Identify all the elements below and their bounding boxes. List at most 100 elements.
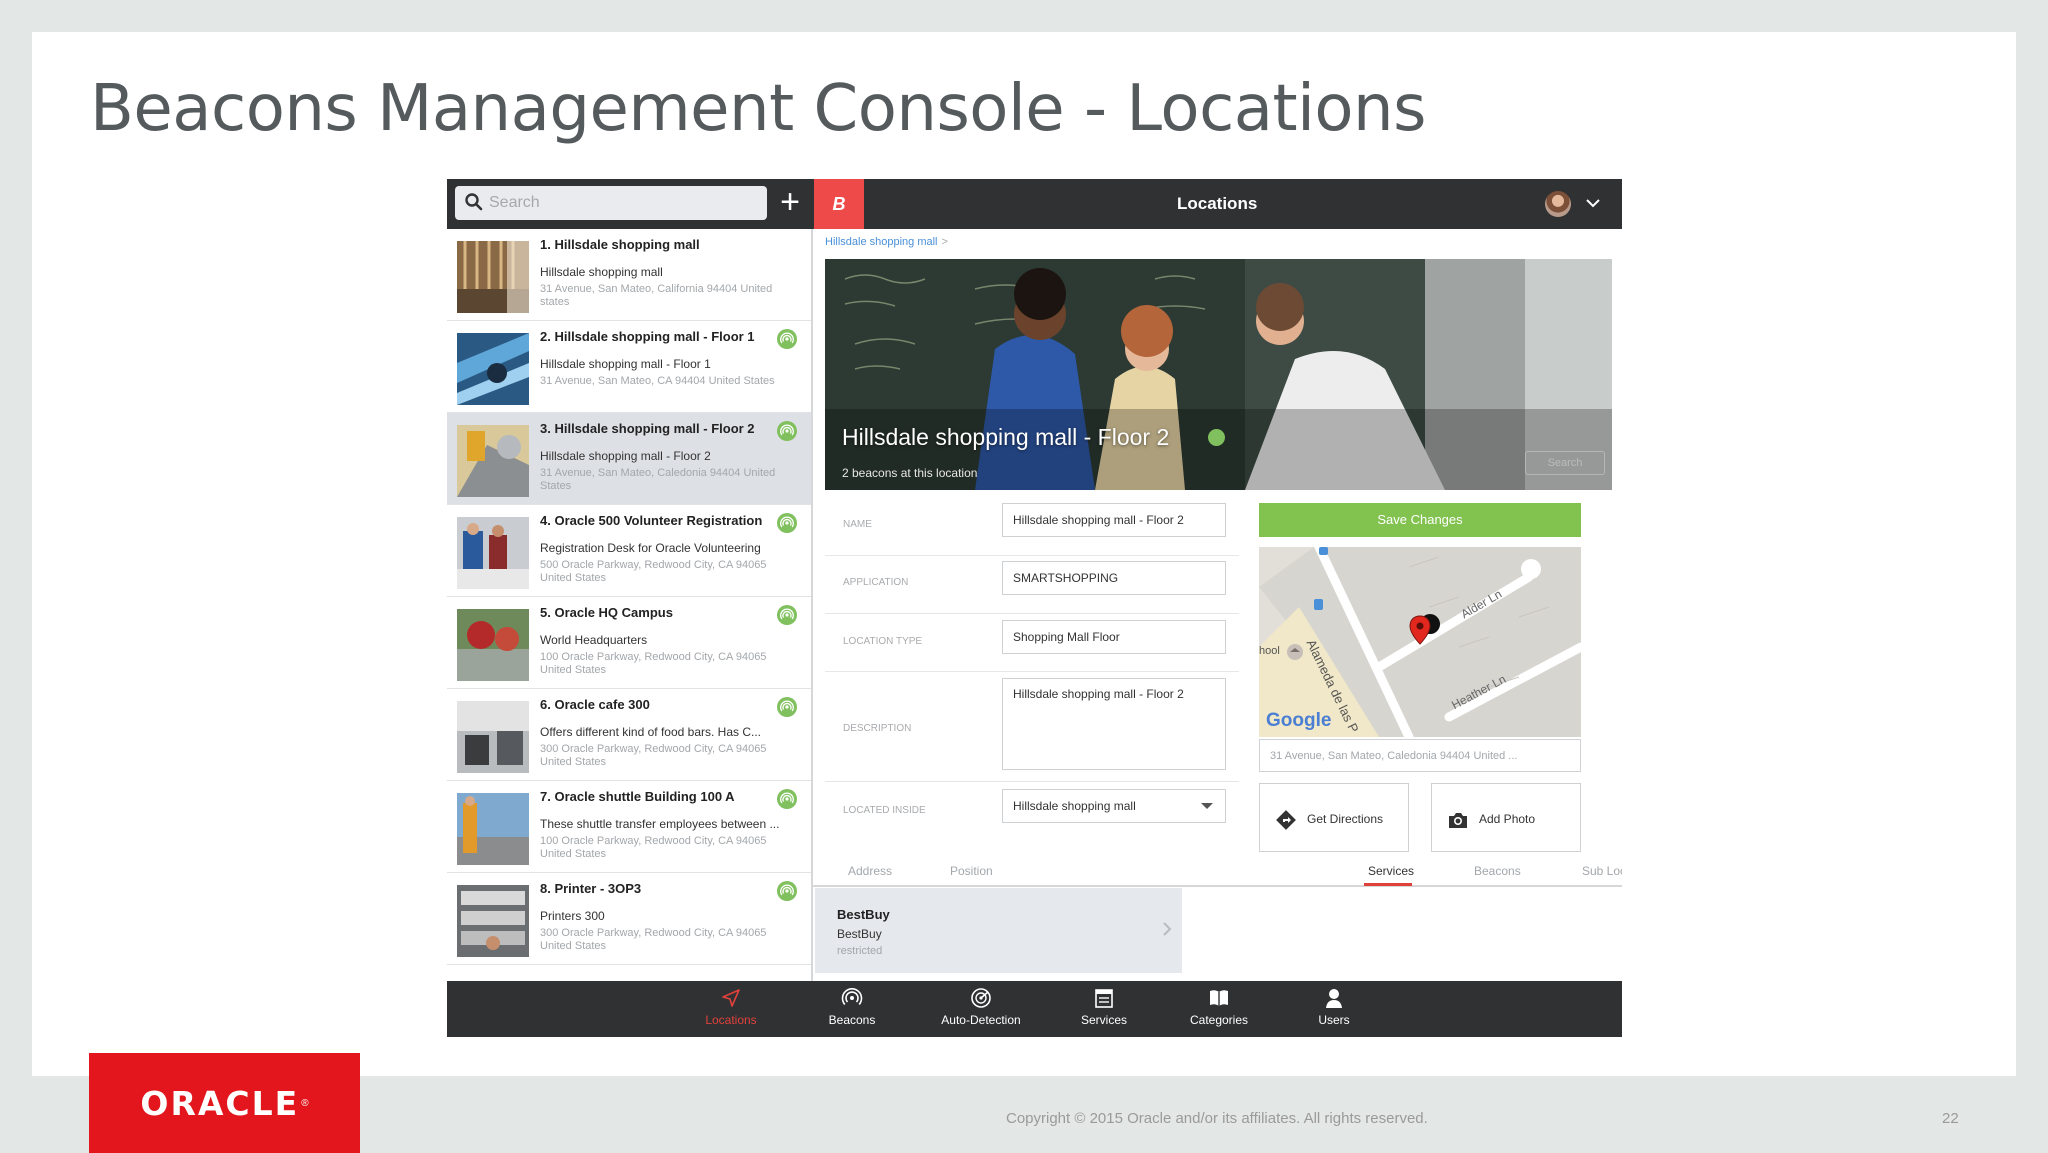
item-subtitle: Printers 300 (540, 909, 605, 923)
nav-users[interactable]: Users (1284, 987, 1384, 1033)
tab-sub-locations[interactable]: Sub Locations (1582, 864, 1622, 878)
tab-address[interactable]: Address (848, 864, 892, 878)
chevron-right-icon (1163, 922, 1172, 936)
beacon-signal-icon (777, 605, 797, 625)
oracle-logo: ORACLE ® (89, 1053, 360, 1153)
hero-search-button[interactable]: Search (1525, 451, 1605, 475)
location-thumbnail (457, 885, 529, 957)
form-row-application: APPLICATION SMARTSHOPPING (825, 556, 1239, 614)
location-thumbnail (457, 425, 529, 497)
page-number: 22 (1942, 1110, 1959, 1127)
nav-locations[interactable]: Locations (681, 987, 781, 1033)
item-subtitle: These shuttle transfer employees between… (540, 817, 780, 831)
active-tab-indicator (1364, 883, 1412, 886)
add-photo-button[interactable]: Add Photo (1431, 783, 1581, 852)
located-inside-value: Hillsdale shopping mall (1013, 799, 1136, 813)
item-address: 31 Avenue, San Mateo, California 94404 U… (540, 283, 773, 308)
nav-label: Auto-Detection (941, 1013, 1021, 1027)
item-address: 300 Oracle Parkway, Redwood City, CA 940… (540, 927, 767, 952)
form-row-located-inside: LOCATED INSIDE Hillsdale shopping mall (825, 782, 1239, 840)
beacon-signal-icon (777, 697, 797, 717)
bottom-nav: Locations Beacons Auto-Detection Service… (447, 981, 1622, 1037)
item-subtitle: Offers different kind of food bars. Has … (540, 725, 761, 739)
item-address: 100 Oracle Parkway, Redwood City, CA 940… (540, 651, 767, 676)
location-thumbnail (457, 701, 529, 773)
item-title: 7. Oracle shuttle Building 100 A (540, 789, 735, 804)
map-provider-logo: Google (1266, 710, 1332, 731)
item-address: 100 Oracle Parkway, Redwood City, CA 940… (540, 835, 767, 860)
item-title: 5. Oracle HQ Campus (540, 605, 673, 620)
item-subtitle: Hillsdale shopping mall - Floor 1 (540, 357, 711, 371)
services-icon (1095, 989, 1113, 1008)
camera-icon (1449, 813, 1467, 828)
get-directions-label: Get Directions (1307, 812, 1384, 826)
breadcrumb[interactable]: Hillsdale shopping mall > (825, 236, 948, 248)
nav-categories[interactable]: Categories (1169, 987, 1269, 1033)
location-thumbnail (457, 333, 529, 405)
service-subtitle: BestBuy (837, 927, 882, 941)
service-card[interactable]: BestBuy BestBuy restricted (815, 888, 1182, 973)
nav-services[interactable]: Services (1054, 987, 1154, 1033)
application-field[interactable]: SMARTSHOPPING (1002, 561, 1226, 595)
location-thumbnail (457, 793, 529, 865)
top-bar: + B Locations (447, 179, 1622, 229)
service-title: BestBuy (837, 907, 890, 922)
description-textarea[interactable]: Hillsdale shopping mall - Floor 2 (1002, 678, 1226, 770)
beacon-count: 2 beacons at this location (842, 466, 978, 480)
list-item[interactable]: 7. Oracle shuttle Building 100 A These s… (447, 781, 811, 873)
location-type-field[interactable]: Shopping Mall Floor (1002, 620, 1226, 654)
location-arrow-icon (722, 989, 740, 1007)
list-item-selected[interactable]: 3. Hillsdale shopping mall - Floor 2 Hil… (447, 413, 811, 505)
name-label: NAME (843, 519, 872, 530)
brand-logo[interactable]: B (814, 179, 864, 229)
search-input[interactable] (489, 191, 754, 215)
location-thumbnail (457, 609, 529, 681)
save-changes-button[interactable]: Save Changes (1259, 503, 1581, 537)
get-directions-button[interactable]: Get Directions (1259, 783, 1409, 852)
poi-label: hool (1259, 645, 1280, 657)
caret-down-icon (1201, 803, 1213, 809)
item-title: 6. Oracle cafe 300 (540, 697, 650, 712)
item-subtitle: Registration Desk for Oracle Volunteerin… (540, 541, 761, 555)
item-subtitle: World Headquarters (540, 633, 648, 647)
list-item[interactable]: 5. Oracle HQ Campus World Headquarters 1… (447, 597, 811, 689)
tab-services[interactable]: Services (1368, 864, 1414, 878)
nav-auto-detection[interactable]: Auto-Detection (931, 987, 1031, 1033)
item-title: 1. Hillsdale shopping mall (540, 237, 700, 252)
located-inside-select[interactable]: Hillsdale shopping mall (1002, 789, 1226, 823)
located-inside-label: LOCATED INSIDE (843, 805, 926, 816)
location-map[interactable]: Alder Ln Heather Ln Alameda de las P hoo… (1259, 547, 1581, 737)
list-item[interactable]: 1. Hillsdale shopping mall Hillsdale sho… (447, 229, 811, 321)
list-item[interactable]: 6. Oracle cafe 300 Offers different kind… (447, 689, 811, 781)
list-item[interactable]: 2. Hillsdale shopping mall - Floor 1 Hil… (447, 321, 811, 413)
add-location-button[interactable]: + (774, 185, 806, 219)
map-address-field[interactable]: 31 Avenue, San Mateo, Caledonia 94404 Un… (1259, 739, 1581, 772)
breadcrumb-link[interactable]: Hillsdale shopping mall (825, 236, 938, 248)
beacon-signal-icon (777, 329, 797, 349)
item-address: 500 Oracle Parkway, Redwood City, CA 940… (540, 559, 767, 584)
chevron-down-icon[interactable] (1582, 192, 1604, 214)
item-address: 300 Oracle Parkway, Redwood City, CA 940… (540, 743, 767, 768)
name-field[interactable]: Hillsdale shopping mall - Floor 2 (1002, 503, 1226, 537)
item-title: 4. Oracle 500 Volunteer Registration (540, 513, 763, 528)
tab-beacons[interactable]: Beacons (1474, 864, 1521, 878)
nav-label: Users (1318, 1013, 1350, 1027)
nav-label: Services (1080, 1013, 1127, 1027)
avatar[interactable] (1545, 191, 1571, 217)
description-label: DESCRIPTION (843, 723, 912, 734)
item-address: 31 Avenue, San Mateo, Caledonia 94404 Un… (540, 467, 776, 492)
radar-icon (971, 988, 991, 1008)
list-item[interactable]: 4. Oracle 500 Volunteer Registration Reg… (447, 505, 811, 597)
item-subtitle: Hillsdale shopping mall (540, 265, 663, 279)
tab-position[interactable]: Position (950, 864, 993, 878)
form-row-type: LOCATION TYPE Shopping Mall Floor (825, 614, 1239, 672)
service-status: restricted (837, 945, 883, 957)
location-thumbnail (457, 517, 529, 589)
location-hero-image: Hillsdale shopping mall - Floor 2 2 beac… (825, 259, 1612, 490)
beacon-signal-icon (777, 421, 797, 441)
search-box[interactable] (455, 186, 767, 220)
nav-beacons[interactable]: Beacons (802, 987, 902, 1033)
logo-text: ORACLE (140, 1083, 300, 1123)
user-icon (1326, 989, 1342, 1008)
list-item[interactable]: 8. Printer - 3OP3 Printers 300 300 Oracl… (447, 873, 811, 965)
